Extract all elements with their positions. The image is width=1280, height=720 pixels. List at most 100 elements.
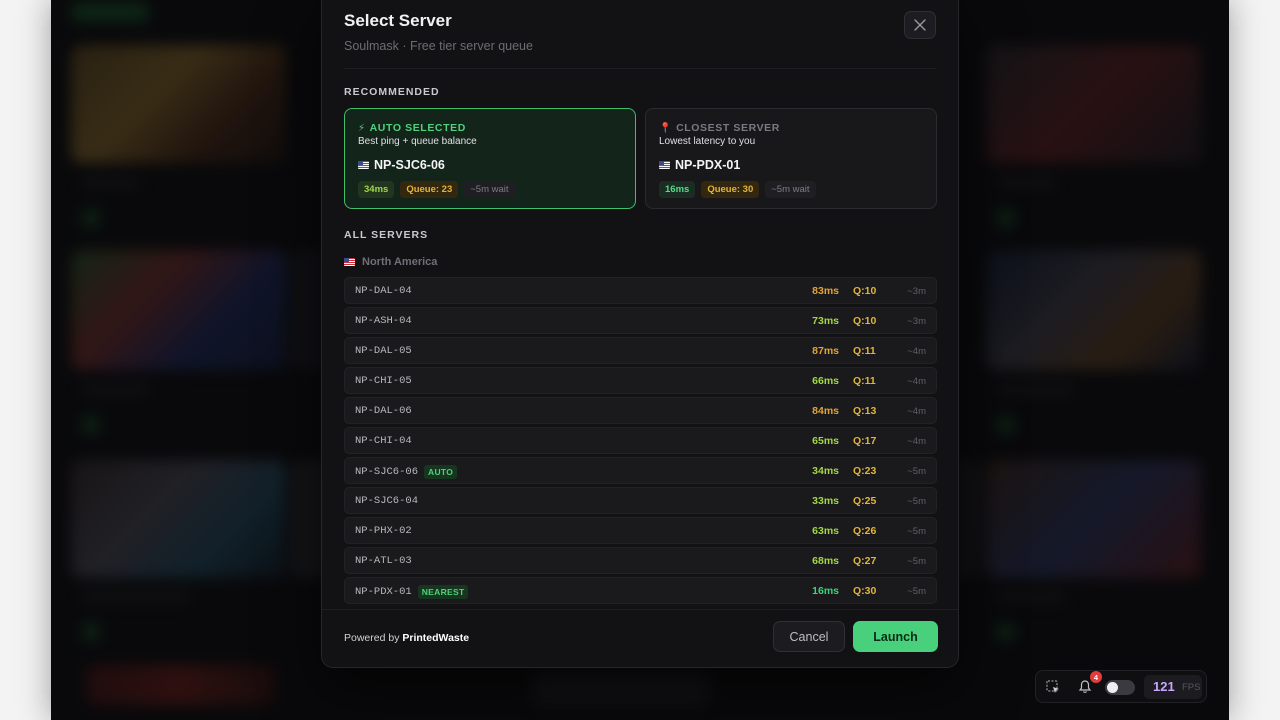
server-ping: 66ms bbox=[812, 375, 839, 387]
modal-header: Select Server Soulmask · Free tier serve… bbox=[344, 11, 936, 69]
server-row[interactable]: NP-DAL-05 87ms Q:11 ~4m bbox=[344, 337, 937, 364]
closest-server-stats: 16ms Queue: 30 ~5m wait bbox=[659, 181, 816, 198]
close-icon bbox=[914, 19, 926, 31]
server-name: NP-SJC6-06 bbox=[355, 466, 419, 478]
fps-counter: 121 FPS bbox=[1144, 675, 1202, 699]
status-bar: 4 121 FPS bbox=[1035, 670, 1207, 703]
server-ping: 84ms bbox=[812, 405, 839, 417]
server-row[interactable]: NP-SJC6-04 33ms Q:25 ~5m bbox=[344, 487, 937, 514]
recommended-label: RECOMMENDED bbox=[344, 86, 440, 98]
bell-icon[interactable] bbox=[1077, 679, 1093, 695]
wait-chip: ~5m wait bbox=[765, 181, 816, 198]
theme-toggle[interactable] bbox=[1105, 680, 1135, 695]
server-wait: ~4m bbox=[907, 346, 926, 357]
server-ping: 73ms bbox=[812, 315, 839, 327]
auto-selected-stats: 34ms Queue: 23 ~5m wait bbox=[358, 181, 515, 198]
server-row[interactable]: NP-CHI-04 65ms Q:17 ~4m bbox=[344, 427, 937, 454]
auto-selected-tag-label: AUTO SELECTED bbox=[369, 122, 466, 134]
closest-server-tag: 📍 CLOSEST SERVER bbox=[659, 122, 780, 134]
server-wait: ~5m bbox=[907, 466, 926, 477]
queue-chip: Queue: 30 bbox=[701, 181, 760, 198]
server-ping: 68ms bbox=[812, 555, 839, 567]
server-name-cell: NP-DAL-05 bbox=[355, 345, 412, 357]
server-name-cell: NP-CHI-04 bbox=[355, 435, 412, 447]
server-wait: ~5m bbox=[907, 496, 926, 507]
server-name: NP-DAL-05 bbox=[355, 345, 412, 357]
server-queue: Q:17 bbox=[853, 435, 877, 447]
server-row[interactable]: NP-CHI-05 66ms Q:11 ~4m bbox=[344, 367, 937, 394]
region-name: North America bbox=[362, 256, 438, 268]
closest-server-card[interactable]: 📍 CLOSEST SERVER Lowest latency to you N… bbox=[645, 108, 937, 209]
server-row[interactable]: NP-SJC6-06 AUTO 34ms Q:23 ~5m bbox=[344, 457, 937, 484]
region-header: North America bbox=[344, 256, 437, 268]
server-queue: Q:25 bbox=[853, 495, 877, 507]
server-row[interactable]: NP-PHX-02 63ms Q:26 ~5m bbox=[344, 517, 937, 544]
server-name-cell: NP-PHX-02 bbox=[355, 525, 412, 537]
server-name-cell: NP-DAL-06 bbox=[355, 405, 412, 417]
server-wait: ~3m bbox=[907, 316, 926, 327]
server-ping: 34ms bbox=[812, 465, 839, 477]
server-badge: AUTO bbox=[424, 465, 458, 479]
modal-footer: Powered by PrintedWaste Cancel Launch bbox=[322, 609, 958, 667]
server-name-cell: NP-DAL-04 bbox=[355, 285, 412, 297]
server-ping: 33ms bbox=[812, 495, 839, 507]
selection-icon[interactable] bbox=[1045, 679, 1061, 695]
pin-icon: 📍 bbox=[659, 122, 673, 134]
server-row[interactable]: NP-DAL-06 84ms Q:13 ~4m bbox=[344, 397, 937, 424]
server-name: NP-PHX-02 bbox=[355, 525, 412, 537]
cancel-button[interactable]: Cancel bbox=[773, 621, 845, 652]
lightning-icon: ⚡ bbox=[358, 122, 366, 134]
server-wait: ~5m bbox=[907, 526, 926, 537]
closest-server-description: Lowest latency to you bbox=[659, 136, 756, 147]
closest-server-tag-label: CLOSEST SERVER bbox=[676, 122, 780, 134]
auto-selected-description: Best ping + queue balance bbox=[358, 136, 477, 147]
server-name-cell: NP-PDX-01 NEAREST bbox=[355, 585, 469, 599]
server-wait: ~4m bbox=[907, 406, 926, 417]
us-flag-icon bbox=[344, 258, 355, 266]
server-ping: 65ms bbox=[812, 435, 839, 447]
server-name: NP-PDX-01 bbox=[355, 586, 412, 598]
server-queue: Q:30 bbox=[853, 585, 877, 597]
server-row[interactable]: NP-ATL-03 68ms Q:27 ~5m bbox=[344, 547, 937, 574]
auto-selected-card[interactable]: ⚡ AUTO SELECTED Best ping + queue balanc… bbox=[344, 108, 636, 209]
close-button[interactable] bbox=[904, 11, 936, 39]
auto-selected-tag: ⚡ AUTO SELECTED bbox=[358, 122, 466, 134]
server-queue: Q:10 bbox=[853, 315, 877, 327]
server-wait: ~3m bbox=[907, 286, 926, 297]
server-queue: Q:26 bbox=[853, 525, 877, 537]
server-row[interactable]: NP-DAL-04 83ms Q:10 ~3m bbox=[344, 277, 937, 304]
server-row[interactable]: NP-ASH-04 73ms Q:10 ~3m bbox=[344, 307, 937, 334]
server-badge: NEAREST bbox=[417, 585, 469, 599]
auto-selected-server: NP-SJC6-06 bbox=[358, 158, 445, 172]
server-row[interactable]: NP-PDX-01 NEAREST 16ms Q:30 ~5m bbox=[344, 577, 937, 604]
server-wait: ~4m bbox=[907, 376, 926, 387]
server-queue: Q:11 bbox=[853, 375, 876, 387]
us-flag-icon bbox=[659, 161, 670, 169]
fps-label: FPS bbox=[1182, 682, 1201, 693]
auto-selected-server-name: NP-SJC6-06 bbox=[374, 158, 445, 172]
server-name-cell: NP-ATL-03 bbox=[355, 555, 412, 567]
modal-title: Select Server bbox=[344, 11, 452, 30]
server-queue: Q:10 bbox=[853, 285, 877, 297]
us-flag-icon bbox=[358, 161, 369, 169]
ping-chip: 16ms bbox=[659, 181, 696, 198]
server-wait: ~5m bbox=[907, 586, 926, 597]
server-name: NP-ATL-03 bbox=[355, 555, 412, 567]
server-name: NP-CHI-04 bbox=[355, 435, 412, 447]
server-queue: Q:27 bbox=[853, 555, 877, 567]
modal-subtitle: Soulmask · Free tier server queue bbox=[344, 39, 533, 53]
powered-by-prefix: Powered by bbox=[344, 632, 400, 644]
server-ping: 87ms bbox=[812, 345, 839, 357]
notification-badge: 4 bbox=[1090, 671, 1102, 683]
server-ping: 16ms bbox=[812, 585, 839, 597]
closest-server-name: NP-PDX-01 bbox=[675, 158, 741, 172]
fps-value: 121 bbox=[1153, 679, 1175, 694]
server-name: NP-DAL-04 bbox=[355, 285, 412, 297]
toggle-knob bbox=[1107, 682, 1118, 693]
server-queue: Q:23 bbox=[853, 465, 877, 477]
server-list: NP-DAL-04 83ms Q:10 ~3m NP-ASH-04 73ms Q:10 ~3m… bbox=[344, 277, 937, 607]
server-wait: ~5m bbox=[907, 556, 926, 567]
launch-button[interactable]: Launch bbox=[853, 621, 938, 652]
server-queue: Q:11 bbox=[853, 345, 876, 357]
all-servers-label: ALL SERVERS bbox=[344, 229, 429, 241]
